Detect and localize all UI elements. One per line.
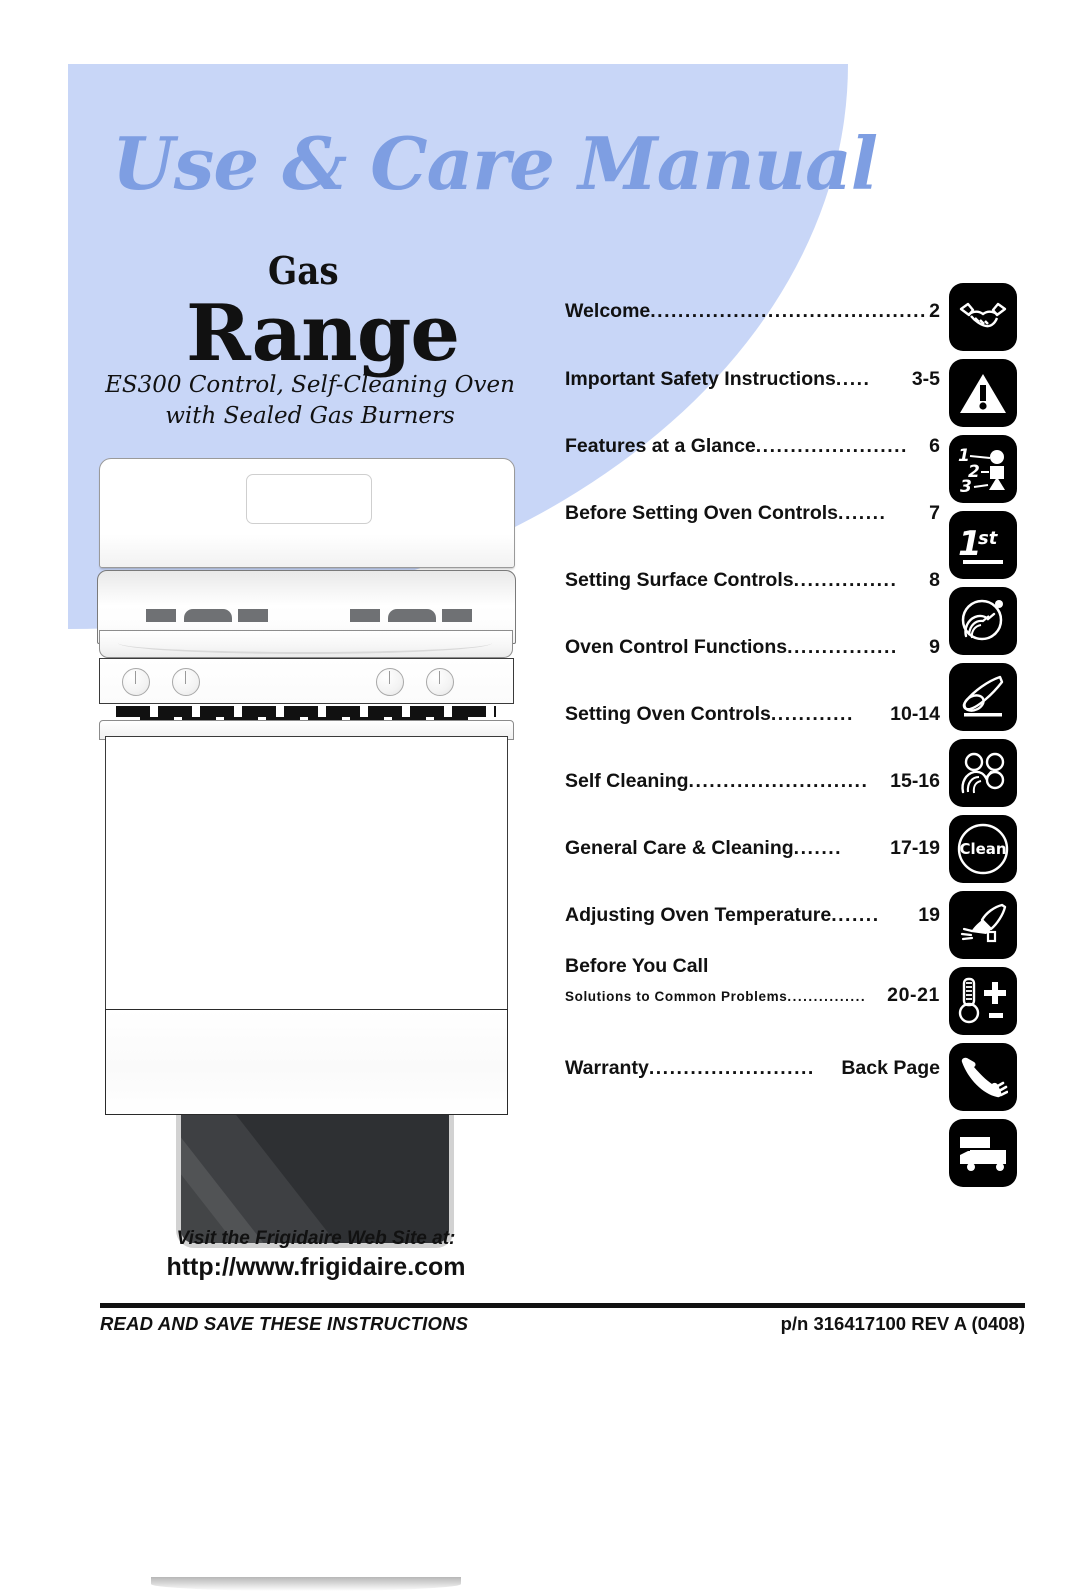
toc-leader-dots: ....... (838, 502, 887, 524)
hand-dials-icon (949, 739, 1017, 807)
burner-grate-left-a (146, 609, 176, 622)
toc-label: Setting Surface Controls (565, 569, 794, 591)
toc-entry-adjusting-oven-temperature[interactable]: Adjusting Oven Temperature ....... 19 (565, 904, 940, 927)
hand-wiping-icon (949, 891, 1017, 959)
toc-leader-dots: ..... (835, 368, 871, 390)
website-url[interactable]: http://www.frigidaire.com (96, 1253, 536, 1282)
toc-entry-welcome[interactable]: Welcome ................................… (565, 300, 940, 323)
toc-leader-dots: ............ (770, 703, 854, 725)
toc-label: Setting Oven Controls (565, 703, 771, 725)
oven-mitt-icon (949, 663, 1017, 731)
toc-leader-dots: .......................... (688, 770, 869, 792)
toc-page-number: 15-16 (890, 770, 940, 792)
surface-control-knob-3 (376, 668, 404, 696)
telephone-icon (949, 1043, 1017, 1111)
footer-instruction-text: READ AND SAVE THESE INSTRUCTIONS (100, 1313, 469, 1334)
toc-page-number: 7 (929, 502, 940, 524)
toc-entry-general-care-and-cleaning[interactable]: General Care & Cleaning ....... 17-19 (565, 837, 940, 860)
surface-control-knob-2 (172, 668, 200, 696)
storage-drawer-handle (151, 1577, 461, 1591)
product-name-label: Range (186, 288, 460, 379)
toc-leader-dots: ....... (793, 837, 843, 859)
hand-burner-icon (949, 587, 1017, 655)
surface-control-knob-1 (122, 668, 150, 696)
thermometer-plus-minus-icon (949, 967, 1017, 1035)
footer-divider (100, 1303, 1025, 1308)
toc-entry-warranty[interactable]: Warranty ........................ Back P… (565, 1057, 940, 1080)
toc-entry-setting-oven-controls[interactable]: Setting Oven Controls ............ 10-14 (565, 703, 940, 726)
svg-text:3: 3 (960, 477, 972, 494)
surface-control-knob-4 (426, 668, 454, 696)
toc-page-number: 2 (929, 300, 940, 322)
product-kind-label: Gas (268, 248, 339, 293)
website-intro-text: Visit the Frigidaire Web Site at: (176, 1228, 456, 1249)
toc-page-number: 9 (929, 636, 940, 658)
toc-page-number: 19 (918, 904, 940, 926)
model-description: ES300 Control, Self-Cleaning Oven with S… (90, 370, 530, 432)
toc-label: Adjusting Oven Temperature (565, 904, 832, 926)
toc-label: Before You Call (565, 955, 709, 977)
model-description-line-1: ES300 Control, Self-Cleaning Oven (105, 372, 515, 398)
burner-grate-right-c (442, 609, 472, 622)
toc-label: Important Safety Instructions (565, 368, 836, 390)
toc-entry-setting-surface-controls[interactable]: Setting Surface Controls ...............… (565, 569, 940, 592)
cooktop-lip-curve (118, 632, 492, 654)
page-title: Use & Care Manual (112, 121, 878, 206)
toc-page-number: 6 (929, 435, 940, 457)
toc-entry-self-cleaning[interactable]: Self Cleaning ..........................… (565, 770, 940, 793)
oven-vent-slots-upper (116, 706, 496, 717)
toc-leader-dots: ........................................ (650, 300, 927, 322)
burner-grate-right-a (350, 609, 380, 622)
toc-label: Warranty (565, 1057, 649, 1079)
range-control-panel (99, 658, 514, 704)
storage-drawer (105, 1009, 508, 1591)
gas-range-illustration (96, 458, 516, 1591)
burner-grate-left-b (184, 609, 232, 622)
toc-page-number: 20-21 (887, 984, 940, 1006)
footer-part-number: p/n 316417100 REV A (0408) (780, 1313, 1025, 1334)
toc-leader-dots: ............... (793, 569, 898, 591)
toc-entry-important-safety-instructions[interactable]: Important Safety Instructions ..... 3-5 (565, 368, 940, 391)
numbered-list-icon: 1 2 3 (949, 435, 1017, 503)
toc-page-number: 10-14 (890, 703, 940, 725)
model-description-line-2: with Sealed Gas Burners (165, 403, 455, 429)
toc-label: Welcome (565, 300, 651, 322)
clean-icon-label: Clean (959, 840, 1007, 858)
burner-grate-right-b (388, 609, 436, 622)
oven-door (105, 736, 508, 1248)
table-of-contents: Welcome ................................… (565, 300, 940, 1080)
toc-page-number: 17-19 (890, 837, 940, 859)
toc-leader-dots: ...................... (755, 435, 908, 457)
toc-label: Self Cleaning (565, 770, 689, 792)
toc-entry-before-setting-oven-controls[interactable]: Before Setting Oven Controls ....... 7 (565, 502, 940, 525)
toc-leader-dots: ................ (787, 636, 898, 658)
section-icon-strip: 1 2 3 1 st Clean (949, 283, 1019, 1195)
range-backguard (99, 458, 515, 568)
toc-label: Before Setting Oven Controls (565, 502, 839, 524)
toc-label: Oven Control Functions (565, 636, 788, 658)
warning-triangle-icon (949, 359, 1017, 427)
website-block: Visit the Frigidaire Web Site at: http:/… (96, 1228, 536, 1282)
toc-label: General Care & Cleaning (565, 837, 794, 859)
toc-page-number: 8 (929, 569, 940, 591)
toc-page-number: 3-5 (911, 368, 940, 390)
toc-subentry-solutions-to-common-problems[interactable]: Solutions to Common Problems ...........… (565, 984, 940, 1007)
toc-leader-dots: ........................ (648, 1057, 815, 1079)
delivery-truck-icon (949, 1119, 1017, 1187)
first-icon: 1 st (949, 511, 1017, 579)
toc-page-number: Back Page (841, 1057, 940, 1079)
toc-entry-before-you-call[interactable]: Before You Call (565, 955, 940, 978)
toc-leader-dots: ............... (787, 989, 867, 1004)
toc-entry-oven-control-functions[interactable]: Oven Control Functions ................ … (565, 636, 940, 659)
toc-leader-dots: ....... (831, 904, 880, 926)
handshake-icon (949, 283, 1017, 351)
range-display-panel (246, 474, 372, 524)
burner-grate-left-c (238, 609, 268, 622)
clean-circle-icon: Clean (949, 815, 1017, 883)
svg-text:st: st (978, 528, 999, 549)
toc-label: Features at a Glance (565, 435, 756, 457)
toc-entry-features-at-a-glance[interactable]: Features at a Glance ...................… (565, 435, 940, 458)
toc-label: Solutions to Common Problems (565, 989, 788, 1004)
